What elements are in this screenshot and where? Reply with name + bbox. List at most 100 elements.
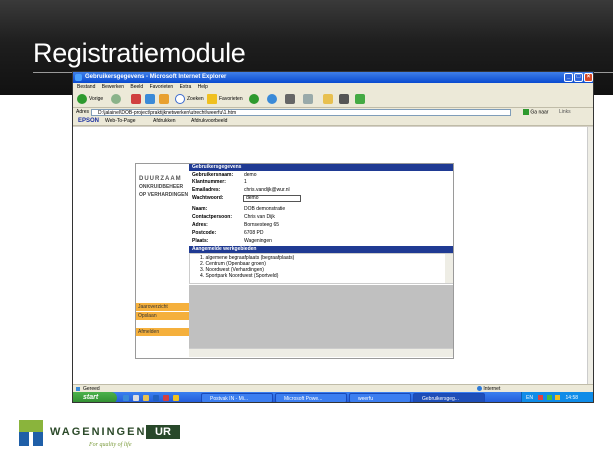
horizontal-scrollbar[interactable]	[189, 348, 453, 357]
folder-quicklaunch-icon[interactable]	[143, 395, 149, 401]
back-label[interactable]: Vorige	[89, 94, 103, 105]
close-icon[interactable]: ×	[584, 73, 593, 82]
address-input[interactable]: D:\jalainel\DOB-project\praktijknetwerke…	[91, 109, 511, 116]
field-value: 6708 PD	[244, 230, 264, 236]
menu-extra[interactable]: Extra	[180, 84, 192, 90]
maximize-icon[interactable]: □	[574, 73, 583, 82]
back-icon[interactable]	[77, 94, 87, 104]
areas-list[interactable]: 1. algemene begraafplaats (begraafplaats…	[189, 253, 453, 284]
ie-screenshot: Gebruikersgegevens - Microsoft Internet …	[72, 71, 594, 403]
search-label[interactable]: Zoeken	[187, 94, 204, 105]
taskbar: start Postvak IN - Mi... Microsoft Powe.…	[73, 392, 593, 402]
logo-line-3: OP VERHARDINGEN	[139, 192, 189, 198]
minimize-icon[interactable]: _	[564, 73, 573, 82]
field-label: Emailadres:	[192, 187, 221, 193]
menu-bestand[interactable]: Bestand	[77, 84, 95, 90]
areas-scrollbar[interactable]	[445, 254, 453, 283]
network-icon[interactable]	[546, 395, 552, 401]
address-bar: Adres D:\jalainel\DOB-project\praktijkne…	[73, 108, 593, 117]
mail-icon[interactable]	[267, 94, 277, 104]
desktop-quicklaunch-icon[interactable]	[133, 395, 139, 401]
links-label[interactable]: Links	[559, 108, 571, 117]
wur-mark-icon	[19, 420, 43, 446]
field-row: Postcode: 6708 PD	[189, 230, 453, 237]
empty-panel	[189, 285, 453, 348]
home-icon[interactable]	[159, 94, 169, 104]
web-to-page-button[interactable]: Web-To-Page	[105, 117, 135, 126]
field-label: Contactpersoon:	[192, 214, 232, 220]
clock: 14:58	[565, 395, 579, 401]
go-label: Ga naar	[530, 109, 549, 116]
field-row: Klantnummer: 1	[189, 179, 453, 186]
field-label: Plaats:	[192, 238, 209, 244]
list-item[interactable]: 4. Sportpark Noordwest (Sportveld)	[200, 273, 278, 279]
field-row: Gebruikersnaam: demo	[189, 172, 453, 179]
field-value: Wageningen	[244, 238, 272, 244]
sidebar-link-afmelden[interactable]: Afmelden	[136, 328, 189, 337]
page-viewport: DUURZAAM ONKRUIDBEHEER OP VERHARDINGEN J…	[73, 127, 587, 384]
slide-title: Registratiemodule	[33, 38, 246, 68]
tagline: For quality of life	[89, 442, 132, 448]
field-row: Plaats: Wageningen	[189, 238, 453, 245]
print-icon[interactable]	[285, 94, 295, 104]
slide: Registratiemodule Gebruikersgegevens - M…	[0, 0, 613, 459]
stop-icon[interactable]	[131, 94, 141, 104]
folder-icon[interactable]	[323, 94, 333, 104]
password-value: demo	[246, 195, 259, 201]
field-row: Contactpersoon: Chris van Dijk	[189, 214, 453, 221]
field-label: Adres:	[192, 222, 208, 228]
outlook-quicklaunch-icon[interactable]	[173, 395, 179, 401]
menu-bewerken[interactable]: Bewerken	[102, 84, 124, 90]
field-label: Wachtwoord:	[192, 195, 224, 201]
search-icon[interactable]	[175, 94, 185, 104]
ie-title-bar[interactable]: Gebruikersgegevens - Microsoft Internet …	[73, 72, 593, 83]
favorites-star-icon[interactable]	[207, 94, 217, 104]
registration-app: DUURZAAM ONKRUIDBEHEER OP VERHARDINGEN J…	[135, 163, 454, 359]
address-label: Adres	[76, 109, 90, 115]
system-tray: EN 14:58	[521, 392, 593, 402]
tray-app-icon[interactable]	[538, 395, 544, 401]
history-icon[interactable]	[249, 94, 259, 104]
print-preview-button[interactable]: Afdrukvoorbeeld	[191, 117, 227, 126]
menu-beeld[interactable]: Beeld	[130, 84, 143, 90]
menu-favorieten[interactable]: Favorieten	[150, 84, 174, 90]
word-quicklaunch-icon[interactable]	[153, 395, 159, 401]
start-label: start	[83, 394, 99, 401]
go-button[interactable]: Ga naar	[523, 109, 549, 116]
task-powerpoint[interactable]: Microsoft Powe...	[275, 393, 347, 402]
favorites-label[interactable]: Favorieten	[219, 94, 243, 105]
start-button[interactable]: start	[73, 392, 117, 402]
vertical-scrollbar[interactable]	[587, 127, 593, 384]
print-button[interactable]: Afdrukken	[153, 117, 176, 126]
go-arrow-icon	[523, 109, 529, 115]
task-postvak[interactable]: Postvak IN - Mi...	[201, 393, 273, 402]
password-input[interactable]: demo	[243, 195, 301, 202]
field-row: Emailadres: chris.vandijk@wur.nl	[189, 187, 453, 194]
field-value: chris.vandijk@wur.nl	[244, 187, 290, 193]
globe-icon	[477, 386, 482, 392]
sidebar-link-opslaan[interactable]: Opslaan	[136, 312, 189, 321]
field-label: Gebruikersnaam:	[192, 172, 234, 178]
ie-quicklaunch-icon[interactable]	[123, 395, 129, 401]
menu-help[interactable]: Help	[198, 84, 208, 90]
task-gebruikersgegevens[interactable]: Gebruikersgeg...	[413, 393, 485, 402]
field-value: demo	[244, 172, 257, 178]
volume-icon[interactable]	[555, 395, 561, 401]
sidebar-link-jaaroverzicht[interactable]: Jaaroverzicht	[136, 303, 189, 312]
app-sidebar: DUURZAAM ONKRUIDBEHEER OP VERHARDINGEN J…	[136, 164, 189, 358]
field-label: Postcode:	[192, 230, 217, 236]
language-indicator[interactable]: EN	[526, 395, 533, 401]
address-value: D:\jalainel\DOB-project\praktijknetwerke…	[98, 110, 237, 116]
epson-logo: EPSON	[78, 118, 100, 124]
messenger-icon[interactable]	[339, 94, 349, 104]
research-icon[interactable]	[355, 94, 365, 104]
refresh-icon[interactable]	[145, 94, 155, 104]
field-value: DOB demonstratie	[244, 206, 286, 212]
ie-logo-icon	[75, 74, 82, 81]
edit-icon[interactable]	[303, 94, 313, 104]
task-weerfu[interactable]: weerfu	[349, 393, 411, 402]
field-value: Chris van Dijk	[244, 214, 275, 220]
forward-icon[interactable]	[111, 94, 121, 104]
epson-toolbar: EPSON Web-To-Page Afdrukken Afdrukvoorbe…	[73, 117, 593, 126]
powerpoint-quicklaunch-icon[interactable]	[163, 395, 169, 401]
